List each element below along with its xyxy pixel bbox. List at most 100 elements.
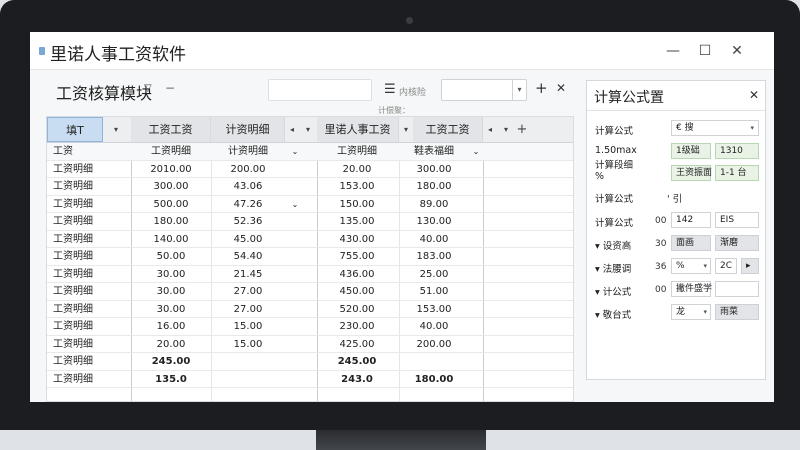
salary-box[interactable]: 王资振面: [671, 165, 712, 181]
collapse-icon[interactable]: −: [165, 81, 175, 95]
chevron-down-icon[interactable]: ▾: [512, 80, 526, 100]
maximize-button[interactable]: ☐: [694, 40, 716, 62]
table-cell: 51.00: [419, 286, 449, 297]
table-cell: 200.00: [416, 338, 452, 350]
column-header[interactable]: 里诺人事工资: [317, 117, 399, 142]
column-header[interactable]: 工资工资: [413, 117, 483, 142]
list-icon[interactable]: ☰: [384, 82, 396, 97]
module-title: 工资核算模块: [56, 84, 153, 103]
formula-select-value: € 搜: [676, 123, 694, 133]
table-cell: 工资明细: [53, 233, 93, 245]
table-cell: 工资明细: [151, 146, 191, 157]
table-cell: 150.00: [339, 198, 375, 210]
table-row[interactable]: 工资明细 300.00 43.06 153.00 180.00: [47, 178, 573, 196]
table-row[interactable]: 工资明细 16.00 15.00 230.00 40.00: [47, 318, 573, 336]
table-cell: 15.00: [233, 338, 263, 350]
chevron-down-icon[interactable]: ▾: [703, 259, 707, 273]
table-row[interactable]: 工资明细 180.00 52.36 135.00 130.00: [47, 213, 573, 231]
column-header[interactable]: 工资工资: [131, 117, 211, 142]
add-column-icon[interactable]: +: [515, 117, 529, 142]
order-select[interactable]: 龙 ▾: [671, 304, 711, 320]
table-cell: 755.00: [339, 251, 375, 262]
table-row[interactable]: 工资明细 50.00 54.40 755.00 183.00: [47, 248, 573, 266]
chevron-down-icon[interactable]: ▾: [703, 305, 707, 319]
table-row[interactable]: 工资明细 30.00 27.00 450.00 51.00: [47, 283, 573, 301]
window-close-button[interactable]: ✕: [726, 40, 748, 62]
ratio-box[interactable]: 1-1 台: [715, 165, 759, 181]
rule-select[interactable]: % ▾: [671, 258, 711, 274]
formula-panel: 计算公式置 ✕ 计算公式 € 搜 ▾ 1.50max 1级础 1310 计算段细…: [586, 80, 766, 380]
module-dropdown-icon[interactable]: ▽: [144, 83, 152, 94]
table-row[interactable]: 工资明细 500.00 47.26 ⌄ 150.00 89.00: [47, 196, 573, 213]
table-cell: 45.00: [233, 233, 263, 245]
formula-label: 计算公式: [595, 126, 634, 137]
table-cell: 20.00: [156, 338, 186, 350]
table-row[interactable]: 工资 工资明细 计资明细 ⌄ 工资明细 鞋表福细 ⌄: [47, 143, 573, 161]
table-cell: 43.06: [233, 181, 263, 192]
table-cell: 135.0: [155, 373, 187, 385]
formula-label: 计算公式: [595, 194, 634, 205]
calc-input[interactable]: 撇件盛学: [671, 281, 712, 297]
hint-text: 计偿聚：: [378, 106, 410, 115]
sort-icon[interactable]: ▾: [109, 117, 123, 142]
level-box[interactable]: 1级础: [671, 143, 711, 159]
order-button[interactable]: 雨菜: [715, 304, 759, 320]
rule-input[interactable]: 2C: [715, 258, 737, 274]
column-header[interactable]: 填T: [47, 117, 103, 142]
app-window: 里诺人事工资软件 — ☐ ✕ 工资核算模块 ▽ − ☰ 内核险 ▾ + ✕ 计偿…: [30, 32, 774, 402]
minimize-button[interactable]: —: [662, 40, 684, 62]
play-icon[interactable]: ▸: [741, 258, 759, 274]
setting-button[interactable]: 渐磨: [715, 235, 759, 251]
table-cell: 54.40: [233, 251, 263, 262]
max-label: 1.50max: [595, 145, 637, 156]
table-row[interactable]: 工资明细 140.00 45.00 430.00 40.00: [47, 231, 573, 248]
cell-dropdown-icon[interactable]: ⌄: [285, 196, 305, 213]
sort-icon[interactable]: ◂: [483, 117, 497, 142]
table-cell: 25.00: [419, 268, 449, 280]
value-box[interactable]: 1310: [715, 143, 759, 159]
panel-close-button[interactable]: ✕: [749, 88, 759, 102]
formula-label: 计算公式: [595, 218, 634, 229]
calc-number: 00: [655, 285, 667, 295]
formula-input[interactable]: EIS: [715, 212, 759, 228]
column-header[interactable]: 计资明细: [211, 117, 285, 142]
table-row[interactable]: 工资明细 30.00 21.45 436.00 25.00: [47, 266, 573, 283]
sort-icon[interactable]: ▾: [499, 117, 513, 142]
calc-input-empty[interactable]: [715, 281, 759, 297]
formula-number: 00: [655, 216, 667, 226]
table-cell: 450.00: [339, 286, 375, 297]
setting-number: 30: [655, 239, 667, 249]
table-cell: 工资明细: [337, 146, 377, 157]
filter-select[interactable]: ▾: [441, 79, 527, 101]
table-cell: 30.00: [156, 303, 186, 315]
setting-button[interactable]: 面画: [671, 235, 711, 251]
cell-dropdown-icon[interactable]: ⌄: [285, 143, 305, 160]
add-button[interactable]: +: [535, 79, 548, 97]
detail-label: 计算段细: [595, 160, 634, 171]
table-cell: 89.00: [419, 198, 449, 210]
table-cell: 180.00: [153, 216, 189, 227]
chevron-down-icon[interactable]: ▾: [750, 121, 754, 135]
table-cell: 230.00: [339, 321, 375, 332]
table-cell: 21.45: [233, 268, 263, 280]
formula-select[interactable]: € 搜 ▾: [671, 120, 759, 136]
sort-icon[interactable]: ▾: [301, 117, 315, 142]
table-row[interactable]: 工资明细 20.00 15.00 425.00 200.00: [47, 336, 573, 353]
table-cell: 425.00: [339, 338, 375, 350]
table-cell: 15.00: [233, 321, 263, 332]
table-row[interactable]: 工资明细 135.0 243.0 180.00: [47, 371, 573, 388]
table-cell: 436.00: [339, 268, 375, 280]
calc-label: ▾ 计公式: [595, 287, 632, 298]
cell-dropdown-icon[interactable]: ⌄: [469, 143, 483, 160]
table-row[interactable]: 工资明细 30.00 27.00 520.00 153.00: [47, 301, 573, 318]
sort-icon[interactable]: ▾: [399, 117, 413, 142]
module-close-button[interactable]: ✕: [556, 81, 566, 95]
formula-input[interactable]: 142: [671, 212, 711, 228]
table-cell: 工资明细: [53, 286, 93, 297]
table-row[interactable]: 工资明细 245.00 245.00: [47, 353, 573, 371]
search-input[interactable]: [268, 79, 372, 101]
table-cell: 153.00: [339, 181, 375, 192]
sort-icon[interactable]: ◂: [285, 117, 299, 142]
table-cell: 243.0: [341, 373, 373, 385]
table-row[interactable]: 工资明细 2010.00 200.00 20.00 300.00: [47, 161, 573, 178]
